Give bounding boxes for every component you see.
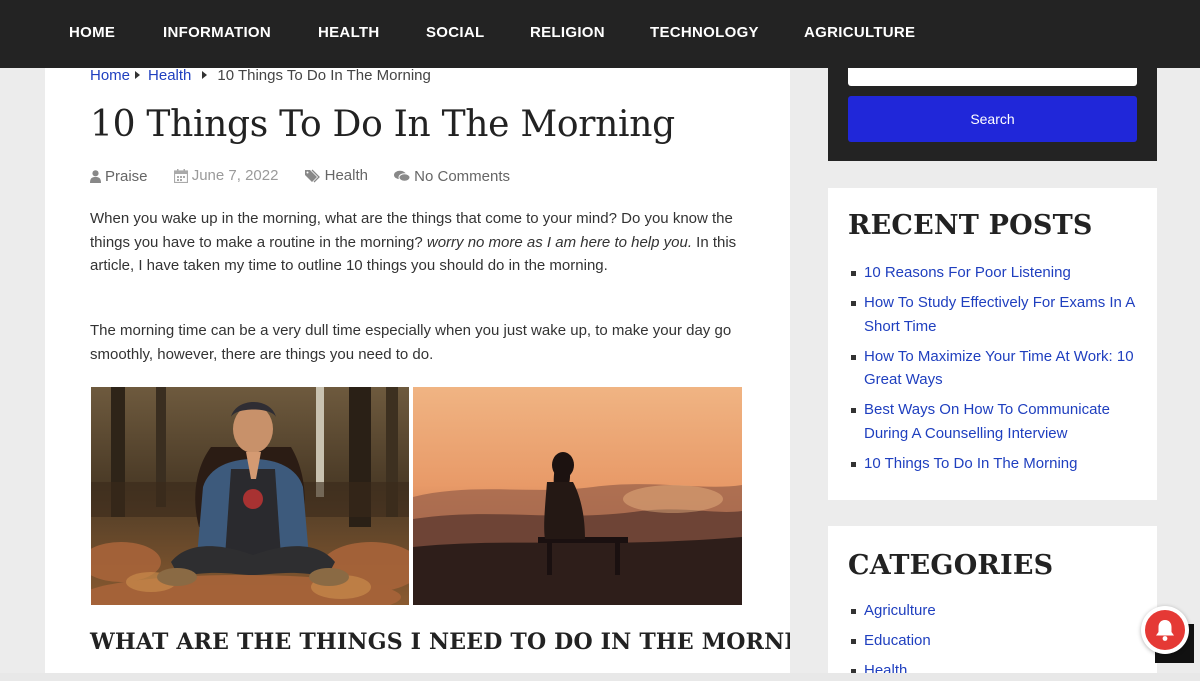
tag-icon	[304, 169, 320, 182]
recent-post-link[interactable]: How To Study Effectively For Exams In A …	[848, 291, 1138, 338]
intro-paragraph: When you wake up in the morning, what ar…	[90, 207, 750, 278]
breadcrumb: Home Health 10 Things To Do In The Morning	[90, 67, 431, 84]
category-link[interactable]: Education	[848, 629, 1138, 653]
recent-post-link[interactable]: How To Maximize Your Time At Work: 10 Gr…	[848, 345, 1138, 392]
top-navigation: HOME INFORMATION HEALTH SOCIAL RELIGION …	[0, 0, 1200, 68]
nav-agriculture[interactable]: AGRICULTURE	[804, 24, 915, 41]
breadcrumb-home[interactable]: Home	[90, 67, 130, 84]
search-button[interactable]: Search	[848, 96, 1137, 142]
recent-posts-title: RECENT POSTS	[848, 210, 1093, 241]
article-content: Home Health 10 Things To Do In The Morning…	[45, 0, 790, 681]
categories-list: Agriculture Education Health	[848, 599, 1138, 681]
calendar-icon	[173, 168, 188, 183]
recent-post-link[interactable]: 10 Reasons For Poor Listening	[848, 261, 1138, 285]
user-icon	[90, 169, 101, 183]
sunset-silhouette-photo	[413, 387, 742, 605]
recent-posts-widget: RECENT POSTS 10 Reasons For Poor Listeni…	[828, 188, 1157, 500]
search-widget: Search	[828, 60, 1157, 161]
nav-home[interactable]: HOME	[69, 24, 115, 41]
intro-emphasis: worry no more as I am here to help you.	[426, 233, 692, 251]
recent-post-link[interactable]: 10 Things To Do In The Morning	[848, 452, 1138, 476]
comments-icon	[394, 170, 411, 182]
breadcrumb-current: 10 Things To Do In The Morning	[217, 67, 431, 84]
caret-right-icon	[135, 71, 141, 79]
meditating-woman-photo	[91, 387, 409, 605]
recent-posts-list: 10 Reasons For Poor Listening How To Stu…	[848, 261, 1138, 475]
post-meta: Praise June 7, 2022 Health No Comments	[90, 167, 532, 187]
post-category-name: Health	[324, 167, 368, 184]
post-date-text: June 7, 2022	[191, 167, 279, 184]
page-title: 10 Things To Do In The Morning	[90, 104, 675, 145]
post-author[interactable]: Praise	[90, 168, 148, 185]
nav-health[interactable]: HEALTH	[318, 24, 380, 41]
post-date: June 7, 2022	[173, 167, 279, 184]
post-category[interactable]: Health	[304, 167, 368, 184]
nav-social[interactable]: SOCIAL	[426, 24, 484, 41]
section-heading: WHAT ARE THE THINGS I NEED TO DO IN THE …	[90, 629, 790, 655]
categories-title: CATEGORIES	[848, 550, 1054, 581]
breadcrumb-category[interactable]: Health	[148, 67, 191, 84]
bell-icon	[1156, 620, 1174, 641]
caret-right-icon	[202, 71, 208, 79]
notification-bell-badge	[1145, 610, 1185, 650]
category-link[interactable]: Agriculture	[848, 599, 1138, 623]
post-comments[interactable]: No Comments	[394, 168, 510, 185]
categories-widget: CATEGORIES Agriculture Education Health	[828, 526, 1157, 681]
second-paragraph: The morning time can be a very dull time…	[90, 322, 732, 363]
bottom-edge	[0, 673, 1200, 681]
post-comments-count: No Comments	[414, 167, 511, 185]
nav-religion[interactable]: RELIGION	[530, 24, 605, 41]
notification-bell-button[interactable]	[1141, 606, 1189, 654]
post-author-name: Praise	[105, 167, 148, 185]
nav-technology[interactable]: TECHNOLOGY	[650, 24, 759, 41]
recent-post-link[interactable]: Best Ways On How To Communicate During A…	[848, 398, 1138, 445]
nav-information[interactable]: INFORMATION	[163, 24, 271, 41]
